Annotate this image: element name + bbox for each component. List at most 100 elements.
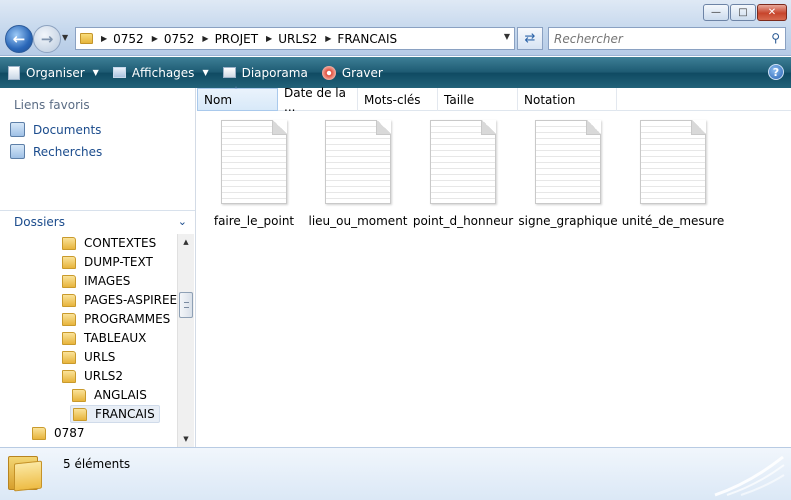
chevron-right-icon: ▶	[151, 34, 158, 43]
scroll-down-icon[interactable]: ▼	[178, 431, 194, 447]
documents-icon	[10, 122, 25, 137]
graver-button[interactable]: Graver	[321, 65, 383, 80]
grip-icon	[184, 302, 189, 308]
command-bar: Organiser ▼ Affichages ▼ Diaporama Grave…	[0, 57, 791, 88]
folder-icon	[80, 33, 93, 44]
tree-item-urls2[interactable]: URLS2	[62, 367, 127, 385]
chevron-right-icon: ▶	[101, 34, 108, 43]
column-header-size[interactable]: Taille	[438, 88, 518, 111]
burn-disc-icon	[321, 65, 336, 80]
back-button[interactable]: ←	[5, 25, 33, 53]
file-list-pane: ˄ Nom Date de la ... Mots-clés Taille No…	[197, 86, 791, 447]
breadcrumb-item[interactable]: ▶ 0752	[144, 32, 195, 46]
window-controls: — □ ✕	[703, 4, 787, 21]
folder-front-shape	[14, 460, 42, 492]
breadcrumb-item[interactable]: ▶ URLS2	[258, 32, 317, 46]
column-header-date[interactable]: Date de la ...	[278, 86, 358, 114]
diaporama-button[interactable]: Diaporama	[222, 66, 308, 80]
refresh-button[interactable]: ⇄	[517, 27, 543, 50]
search-icon[interactable]: ⚲	[771, 31, 780, 45]
arrow-right-icon: →	[40, 30, 54, 48]
tree-item-urls[interactable]: URLS	[62, 348, 119, 366]
favorite-link-recherches[interactable]: Recherches	[10, 144, 102, 159]
column-headers: ˄ Nom Date de la ... Mots-clés Taille No…	[197, 86, 791, 114]
text-document-icon	[430, 120, 496, 204]
arrow-left-icon: ←	[12, 30, 26, 48]
tree-item-0787[interactable]: 0787	[32, 424, 89, 442]
title-bar: — □ ✕ ← → ▼ ▶ 0752 ▶ 0752 ▶ PROJET ▶ URLS2 ▶…	[0, 0, 791, 56]
file-item[interactable]: lieu_ou_moment	[308, 120, 408, 228]
tree-item-contextes[interactable]: CONTEXTES	[62, 234, 160, 252]
views-icon	[112, 67, 126, 78]
folder-icon	[62, 274, 76, 288]
scroll-up-icon[interactable]: ▲	[178, 234, 194, 250]
slideshow-icon	[222, 67, 236, 78]
organise-icon	[8, 65, 20, 80]
folder-icon	[62, 293, 76, 307]
affichages-button[interactable]: Affichages ▼	[112, 66, 209, 80]
chevron-right-icon: ▶	[202, 34, 209, 43]
minimize-button[interactable]: —	[703, 4, 729, 21]
folder-icon	[62, 255, 76, 269]
scrollbar-thumb[interactable]	[179, 292, 193, 318]
minimize-icon: —	[711, 7, 721, 18]
close-icon: ✕	[767, 7, 777, 18]
recent-pages-dropdown[interactable]: ▼	[62, 33, 68, 42]
refresh-icon: ⇄	[524, 31, 536, 46]
tree-item-anglais[interactable]: ANGLAIS	[72, 386, 151, 404]
tree-item-pages-aspirees[interactable]: PAGES-ASPIREES	[62, 291, 177, 309]
text-document-icon	[640, 120, 706, 204]
chevron-right-icon: ▶	[325, 34, 332, 43]
search-input[interactable]	[554, 31, 754, 46]
tree-item-francais[interactable]: FRANCAIS	[70, 405, 160, 423]
address-bar[interactable]: ▶ 0752 ▶ 0752 ▶ PROJET ▶ URLS2 ▶ FRANCAIS ▼	[75, 27, 515, 50]
help-icon: ?	[772, 65, 780, 79]
searches-icon	[10, 144, 25, 159]
breadcrumb-item[interactable]: ▶ PROJET	[194, 32, 258, 46]
text-document-icon	[535, 120, 601, 204]
sort-up-icon: ˄	[234, 86, 238, 95]
folder-tree: CONTEXTES DUMP-TEXT IMAGES PAGES-ASPIREE…	[0, 234, 177, 447]
navigation-pane: Liens favoris Documents Recherches Dossi…	[0, 88, 196, 447]
file-item[interactable]: faire_le_point	[204, 120, 304, 228]
favorite-link-documents[interactable]: Documents	[10, 122, 101, 137]
text-document-icon	[325, 120, 391, 204]
decorative-swoosh	[714, 455, 785, 497]
chevron-down-icon: ▼	[202, 68, 209, 77]
file-item[interactable]: signe_graphique	[518, 120, 618, 228]
item-count: 5 éléments	[63, 457, 131, 471]
column-header-keywords[interactable]: Mots-clés	[358, 88, 438, 111]
file-item[interactable]: point_d_honneur	[413, 120, 513, 228]
folder-icon	[73, 407, 87, 421]
maximize-button[interactable]: □	[730, 4, 756, 21]
breadcrumb-item[interactable]: ▶ 0752	[93, 32, 144, 46]
tree-item-tableaux[interactable]: TABLEAUX	[62, 329, 150, 347]
folder-icon	[62, 350, 76, 364]
tree-item-images[interactable]: IMAGES	[62, 272, 134, 290]
maximize-icon: □	[738, 7, 748, 18]
folder-icon	[62, 369, 76, 383]
organiser-button[interactable]: Organiser ▼	[8, 65, 99, 80]
breadcrumb-item[interactable]: ▶ FRANCAIS	[317, 32, 397, 46]
column-header-rating[interactable]: Notation	[518, 88, 617, 111]
chevron-right-icon: ▶	[266, 34, 273, 43]
folder-tree-scrollbar[interactable]: ▲ ▼	[177, 234, 194, 447]
folder-large-icon	[8, 454, 42, 492]
tree-item-dump-text[interactable]: DUMP-TEXT	[62, 253, 157, 271]
file-item[interactable]: unité_de_mesure	[622, 120, 724, 228]
close-button[interactable]: ✕	[757, 4, 787, 21]
column-header-name[interactable]: ˄ Nom	[197, 86, 278, 111]
folders-header[interactable]: Dossiers ⌄	[0, 210, 195, 232]
favorites-title: Liens favoris	[14, 98, 90, 112]
chevron-down-icon: ▼	[92, 68, 99, 77]
text-document-icon	[221, 120, 287, 204]
folder-icon	[62, 331, 76, 345]
tree-item-programmes[interactable]: PROGRAMMES	[62, 310, 174, 328]
forward-button[interactable]: →	[33, 25, 61, 53]
chevron-down-icon: ⌄	[177, 215, 187, 228]
help-button[interactable]: ?	[768, 64, 784, 80]
address-dropdown-icon[interactable]: ▼	[504, 32, 510, 41]
details-pane: 5 éléments	[0, 447, 791, 500]
folder-icon	[62, 236, 76, 250]
folder-icon	[32, 426, 46, 440]
